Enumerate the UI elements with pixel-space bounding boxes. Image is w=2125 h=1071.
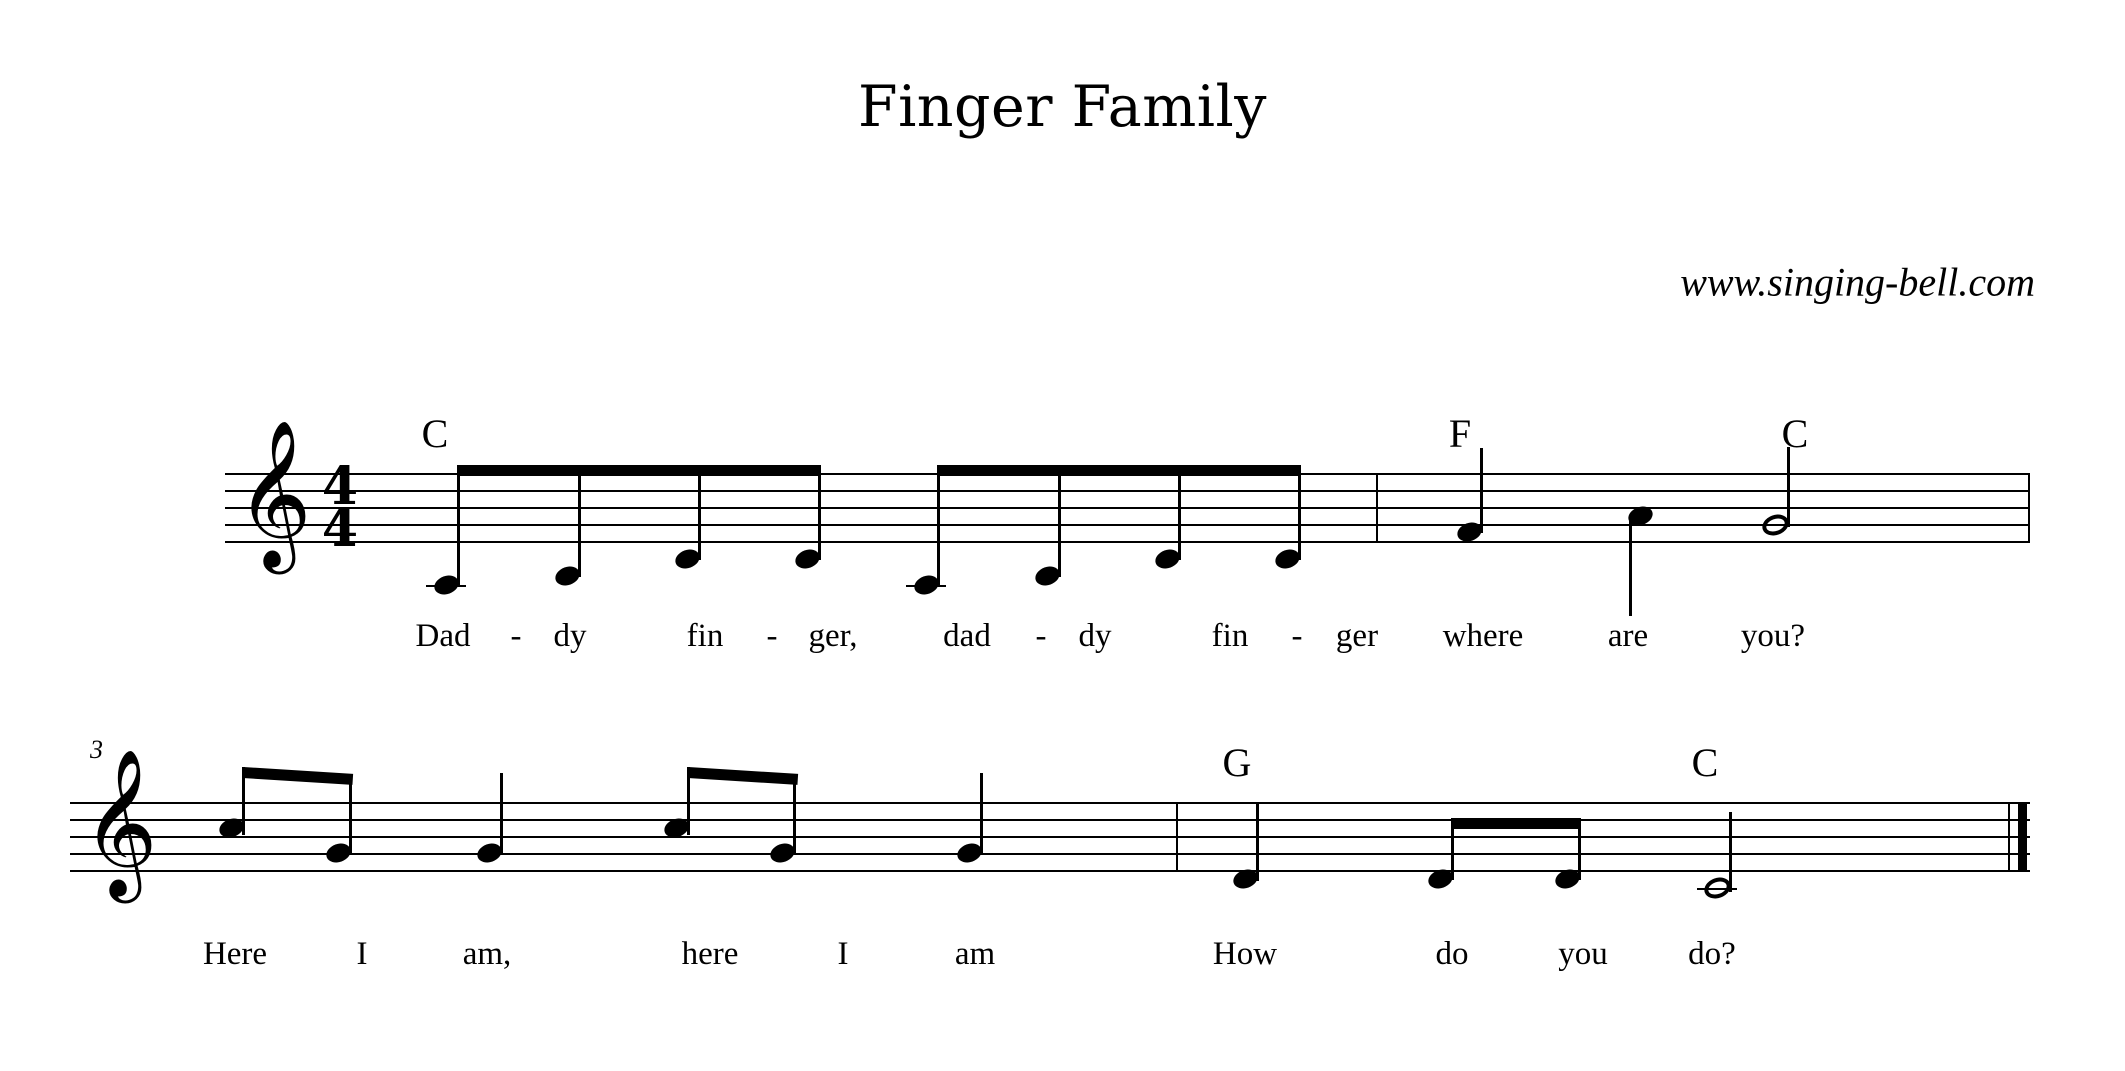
staff-system-2: 3 𝄞 G C Here I am, here I am How do you … [0,0,2125,1071]
lyric: I [837,936,849,972]
lyric: I [356,936,368,972]
chord-symbol-c3: C [1691,740,1719,785]
lyric: am, [462,936,512,972]
note-stem [500,773,503,853]
note-stem [1256,803,1259,881]
note-stem [1729,812,1732,892]
lyric: do? [1688,936,1736,972]
treble-clef-icon: 𝄞 [82,748,158,897]
beam [242,767,354,785]
note-stem [1451,818,1454,880]
lyric: Here [202,936,268,972]
note-stem [1578,818,1581,880]
sheet-music-page: Finger Family www.singing-bell.com 𝄞 4 4… [0,0,2125,1071]
chord-symbol-g: G [1222,740,1252,785]
final-barline [2018,802,2027,872]
note-stem [793,774,796,853]
lyric: you [1558,936,1608,972]
lyric: How [1212,936,1278,972]
note-stem [980,773,983,853]
lyric: here [681,936,739,972]
lyric: am [954,936,996,972]
note-stem [349,774,352,853]
beam [1452,818,1580,829]
barline [1176,802,1178,872]
lyric: do [1435,936,1469,972]
beam [687,767,799,785]
barline [2008,802,2010,872]
